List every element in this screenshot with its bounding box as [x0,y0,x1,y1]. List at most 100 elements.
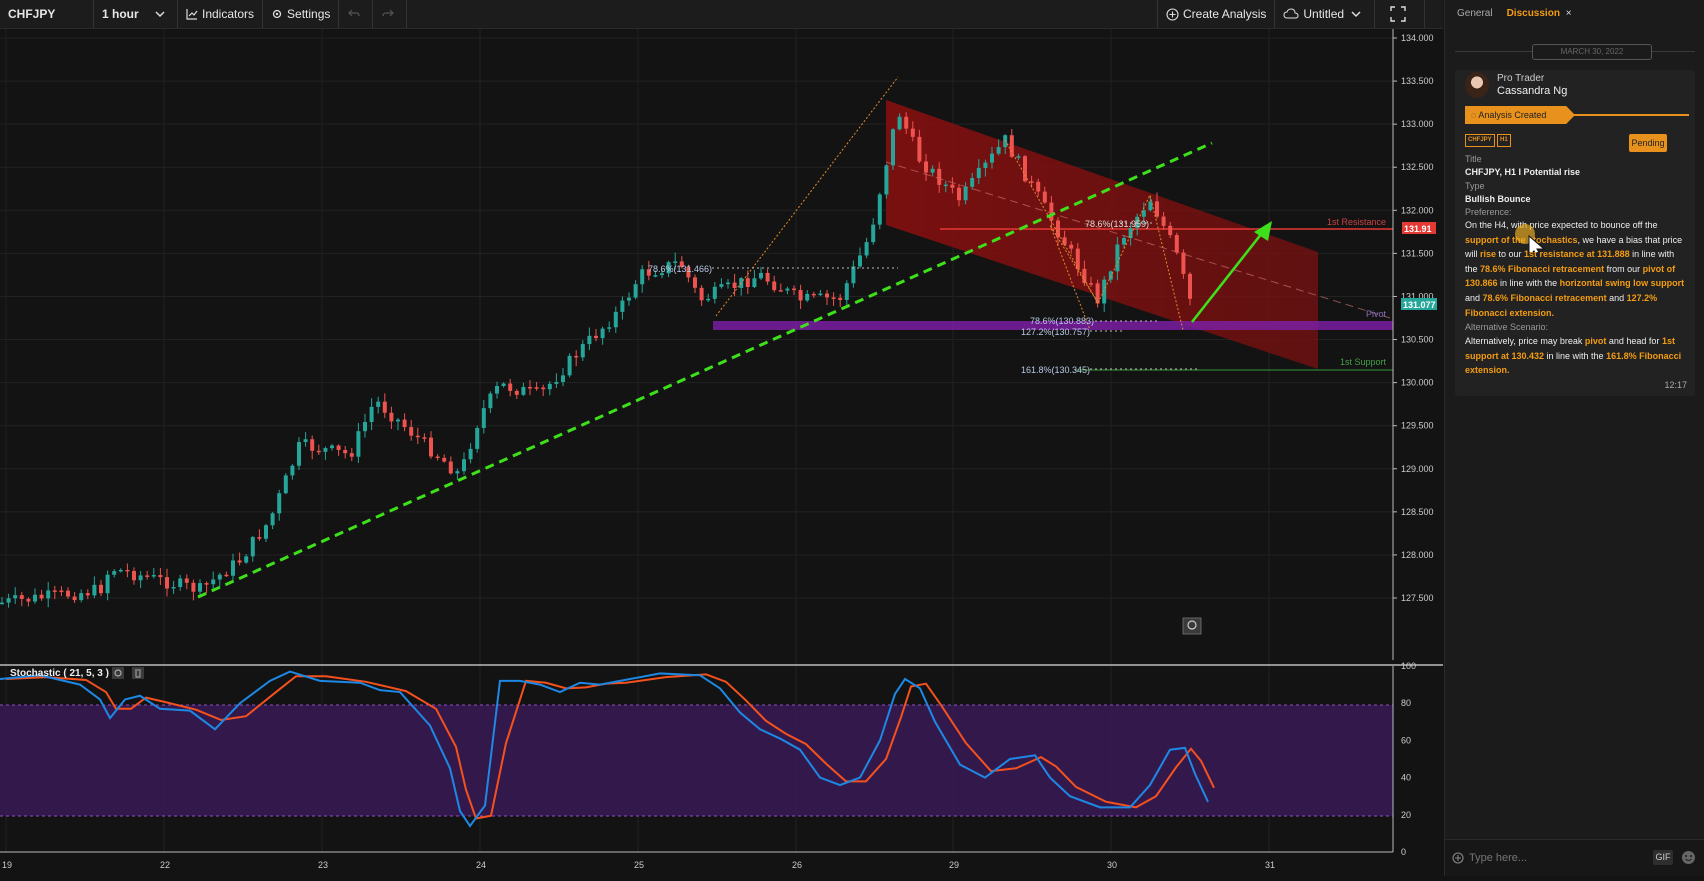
tab-discussion[interactable]: Discussion × [1507,8,1572,19]
redo-button[interactable] [373,0,408,28]
body-segment: On the H4, with price expected to bounce… [1465,220,1658,230]
message-input[interactable] [1467,848,1621,868]
candle [719,284,724,287]
avatar[interactable] [1465,72,1489,98]
candle [0,602,4,605]
candle [257,537,262,539]
candle [19,595,24,599]
stochastic-tick-label: 100 [1401,661,1416,671]
candle [396,419,400,422]
candle [620,300,625,312]
candle [244,556,249,563]
body-segment: in line with the [1497,278,1560,289]
status-badge: Pending [1629,134,1667,152]
candle [1168,225,1173,236]
plus-circle-icon [1166,7,1179,21]
symbol-selector[interactable]: CHFJPY [0,0,94,28]
price-tick-label: 133.500 [1401,76,1434,86]
redo-icon [382,9,394,17]
stochastic-tick-label: 20 [1401,810,1411,820]
candle [303,439,308,443]
price-tick-label: 128.500 [1401,507,1434,517]
highlight-text: rise [1480,249,1497,260]
price-tick-label: 133.000 [1401,119,1434,129]
candle [1029,181,1034,183]
candle [607,327,612,329]
candle [422,437,427,439]
candle [508,383,513,391]
candle [283,475,288,494]
candle [871,224,876,243]
close-icon[interactable]: × [1566,8,1572,19]
date-tick-label: 30 [1107,860,1117,870]
candle [125,569,130,572]
candle [1069,244,1074,249]
post-title: CHFJPY, H1 I Potential rise [1465,167,1581,177]
date-tick-label: 31 [1265,860,1275,870]
candle [495,386,499,394]
gif-button[interactable]: GIF [1653,850,1673,865]
candle [891,129,895,166]
candle [818,293,823,296]
tab-general[interactable]: General [1457,8,1493,19]
analysis-created-banner: ◌ Analysis Created [1465,106,1575,124]
candle [633,284,638,298]
body-segment: and head for [1606,336,1662,346]
emoji-icon[interactable] [1681,850,1696,865]
candle [330,445,334,449]
candle [72,596,77,601]
candle [488,393,493,409]
candle [1016,156,1021,158]
post-type: Bullish Bounce [1465,194,1531,204]
candle [323,448,328,452]
candle [1122,238,1126,245]
gear-icon [272,9,282,19]
price-chart[interactable]: 1st Resistance Pivot 1st Support 78.6%(1… [0,29,1443,876]
candle [534,387,539,389]
undo-button[interactable] [339,0,374,28]
chart-area[interactable]: 1st Resistance Pivot 1st Support 78.6%(1… [0,29,1443,876]
candle [745,278,750,288]
create-analysis-button[interactable]: Create Analysis [1157,0,1276,28]
settings-button[interactable]: Settings [263,0,340,28]
body-segment: and [1465,292,1483,303]
stochastic-title: Stochastic ( 21, 5, 3 ) [10,668,109,679]
candle [528,386,532,389]
fib-label: 78.6%(130.883) [1030,316,1094,326]
stochastic-settings-button[interactable] [112,667,124,679]
highlight-text: 78.6% Fibonacci retracement [1482,292,1607,303]
candle [831,297,836,299]
date-tick-label: 23 [318,860,328,870]
resistance-price: 131.91 [1404,224,1432,234]
plus-circle-icon[interactable] [1452,852,1464,864]
author-name[interactable]: Cassandra Ng [1497,85,1567,97]
candle [310,439,315,451]
resistance-label: 1st Resistance [1327,217,1386,227]
date-tick-label: 22 [160,860,170,870]
candle [785,288,790,291]
candle [937,168,942,185]
stochastic-tick-label: 0 [1401,847,1406,857]
candle [858,255,862,267]
candle [171,587,176,589]
candle [237,560,242,563]
candle [277,493,282,514]
price-tick-label: 128.000 [1401,550,1434,560]
candle [33,594,37,602]
symbol-label: CHFJPY [8,7,56,21]
fib-label: 78.6%(131.466) [648,264,712,274]
candle [613,311,618,328]
candle [231,560,235,576]
candle [132,571,136,581]
fib-label: 78.6%(131.959) [1085,219,1149,229]
candle [653,275,658,277]
layout-selector[interactable]: Untitled [1275,0,1376,28]
analysis-post-card: Pro Trader Cassandra Ng ◌ Analysis Creat… [1455,70,1695,396]
candle [699,287,704,301]
interval-selector[interactable]: 1 hour [94,0,178,28]
indicators-button[interactable]: Indicators [178,0,264,28]
stochastic-tick-label: 80 [1401,698,1411,708]
candle [541,387,546,390]
fullscreen-button[interactable] [1375,0,1426,28]
candle [693,277,697,288]
